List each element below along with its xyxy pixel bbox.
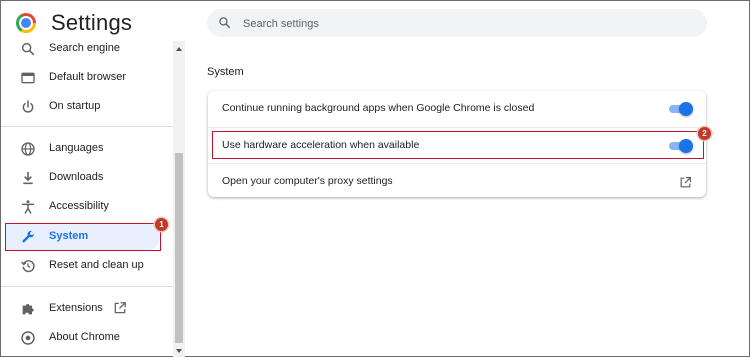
chrome-icon <box>21 331 35 345</box>
sidebar-item-accessibility[interactable]: Accessibility <box>5 193 173 221</box>
open-in-new-icon[interactable] <box>679 176 692 189</box>
sidebar-item-label: On startup <box>49 100 101 112</box>
setting-row-background-apps[interactable]: Continue running background apps when Go… <box>208 91 706 127</box>
highlight-box-system <box>5 223 161 251</box>
sidebar-scrollbar[interactable] <box>173 41 185 357</box>
annotation-badge-1: 1 <box>155 218 168 231</box>
sidebar-item-on-startup[interactable]: On startup <box>5 93 173 121</box>
sidebar: Search engine Default browser On startup <box>1 37 173 357</box>
scroll-up-icon[interactable] <box>176 47 182 51</box>
sidebar-item-label: Search engine <box>49 42 120 54</box>
settings-window: Settings Search engine Default browser <box>0 0 750 357</box>
search-bar[interactable] <box>207 9 707 39</box>
setting-row-proxy[interactable]: Open your computer's proxy settings <box>208 163 706 200</box>
power-icon <box>22 100 34 113</box>
sidebar-item-reset[interactable]: Reset and clean up <box>5 252 173 280</box>
sidebar-item-extensions[interactable]: Extensions <box>5 295 173 323</box>
sidebar-item-label: Accessibility <box>49 200 109 212</box>
search-icon <box>219 17 231 29</box>
globe-icon <box>21 142 35 156</box>
chrome-logo-icon <box>16 13 36 33</box>
sidebar-item-downloads[interactable]: Downloads <box>5 164 173 192</box>
highlight-box-hardware-acceleration <box>212 131 704 159</box>
restore-icon <box>21 260 35 273</box>
puzzle-icon <box>22 303 34 315</box>
sidebar-item-about-chrome[interactable]: About Chrome <box>5 324 173 352</box>
annotation-badge-2: 2 <box>698 127 711 140</box>
search-input[interactable] <box>241 9 685 39</box>
toggle-knob <box>679 102 693 116</box>
section-title: System <box>207 66 244 78</box>
setting-label: Continue running background apps when Go… <box>222 102 535 114</box>
sidebar-item-label: Reset and clean up <box>49 259 144 271</box>
open-in-new-icon <box>114 302 126 314</box>
search-icon <box>21 42 35 56</box>
scroll-down-icon[interactable] <box>176 349 182 353</box>
download-icon <box>23 172 33 185</box>
sidebar-item-label: Default browser <box>49 71 127 83</box>
scroll-thumb[interactable] <box>175 153 183 343</box>
setting-label: Open your computer's proxy settings <box>222 175 393 187</box>
sidebar-divider <box>1 126 173 127</box>
sidebar-divider <box>1 286 173 287</box>
sidebar-item-label: Downloads <box>49 171 104 183</box>
sidebar-item-label: Languages <box>49 142 104 154</box>
sidebar-item-label: Extensions <box>49 302 103 314</box>
browser-icon <box>21 72 35 84</box>
accessibility-icon <box>21 200 35 214</box>
sidebar-item-search-engine[interactable]: Search engine <box>5 35 173 63</box>
background-apps-toggle[interactable] <box>668 102 693 116</box>
sidebar-item-label: About Chrome <box>49 331 120 343</box>
sidebar-item-languages[interactable]: Languages <box>5 135 173 163</box>
sidebar-item-default-browser[interactable]: Default browser <box>5 64 173 92</box>
page-title: Settings <box>51 10 133 35</box>
